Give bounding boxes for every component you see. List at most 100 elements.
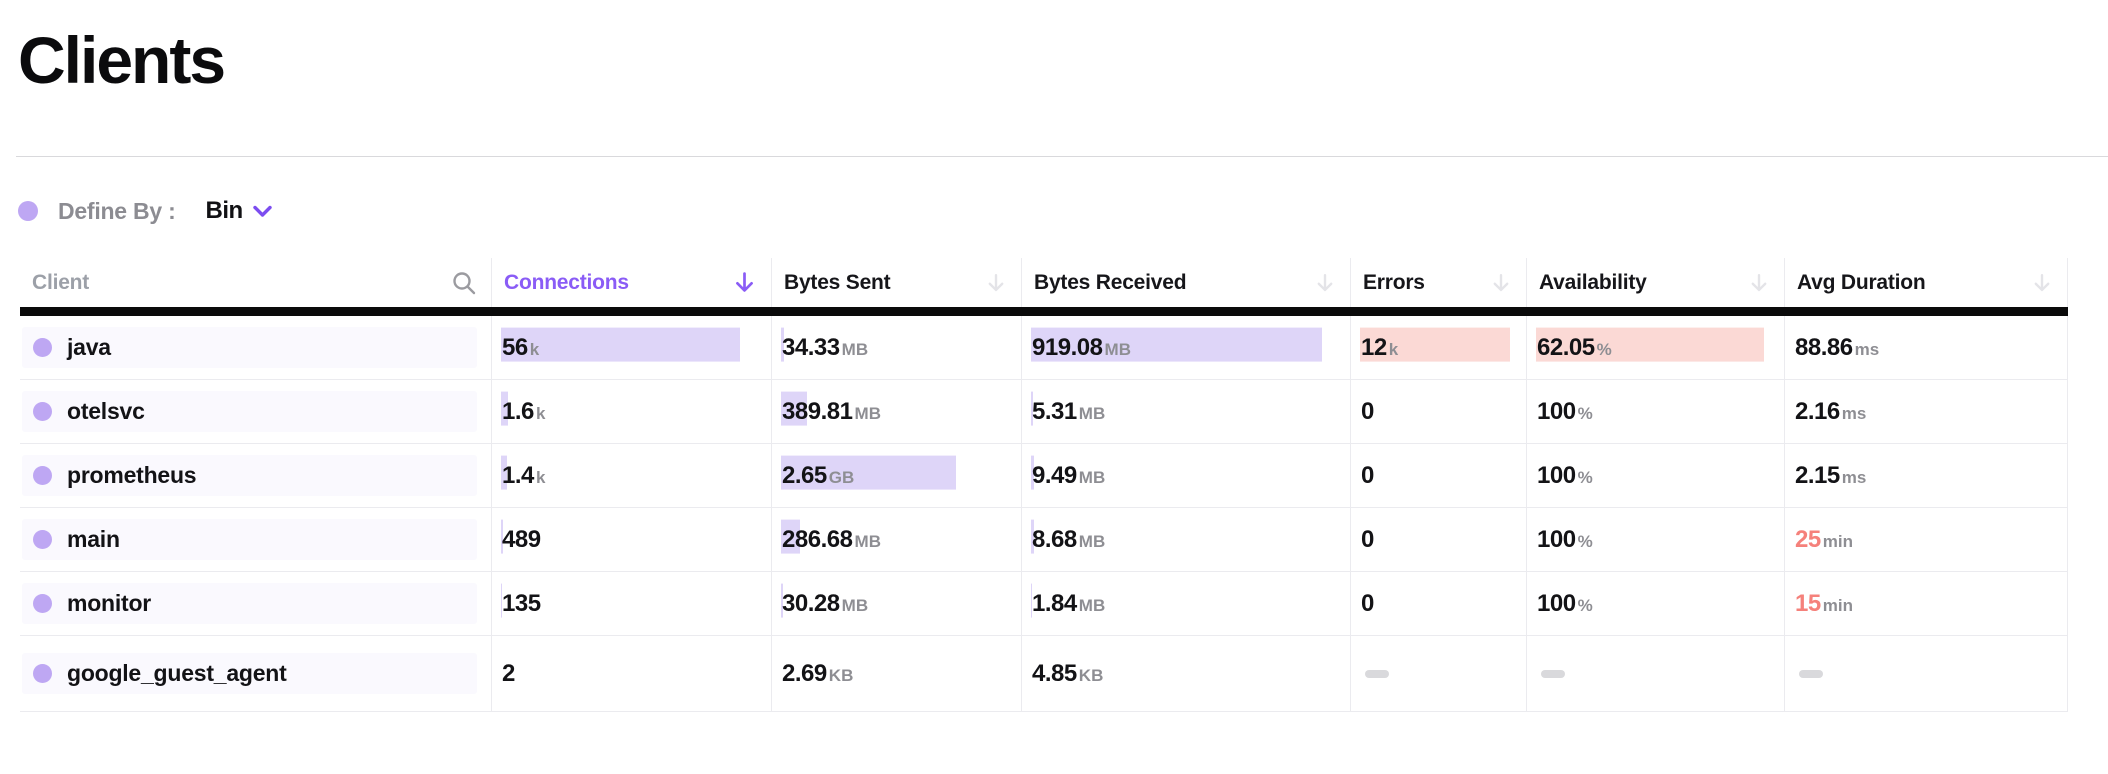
metric-value: 1.6 [502, 398, 534, 426]
metric-cell-avg_duration: 25min [1784, 508, 2068, 572]
define-by-select[interactable]: Bin [206, 197, 272, 225]
metric-value-group: 0 [1361, 398, 1374, 426]
metric-cell-bytes_received: 5.31MB [1021, 380, 1350, 444]
metric-value-group: 489 [502, 526, 541, 554]
metric-value-group: 34.33MB [782, 334, 868, 362]
metric-value-group: 100% [1537, 526, 1593, 554]
metric-unit: k [530, 340, 539, 360]
metric-value: 0 [1361, 462, 1374, 490]
metric-unit: min [1823, 532, 1853, 552]
metric-value-group: 2.65GB [782, 462, 854, 490]
metric-value-group: 0 [1361, 462, 1374, 490]
table-row-client-cell: main [20, 508, 491, 572]
metric-value-group: 56k [502, 334, 539, 362]
column-header-availability[interactable]: Availability [1526, 258, 1784, 307]
metric-value-group: 1.6k [502, 398, 545, 426]
metric-value: 88.86 [1795, 334, 1853, 362]
metric-value: 286.68 [782, 526, 853, 554]
metric-value-group: 2.16ms [1795, 398, 1866, 426]
column-header-connections[interactable]: Connections [491, 258, 771, 307]
legend-dot-icon [18, 201, 38, 221]
metric-value: 489 [502, 526, 541, 554]
table-row-client-cell: java [20, 316, 491, 380]
table-row-client-cell: google_guest_agent [20, 636, 491, 712]
metric-unit: % [1578, 596, 1593, 616]
metric-unit: % [1578, 532, 1593, 552]
metric-value-group: 1.84MB [1032, 590, 1105, 618]
metric-value: 4.85 [1032, 660, 1077, 688]
metric-cell-bytes_sent: 2.65GB [771, 444, 1021, 508]
metric-cell-connections: 2 [491, 636, 771, 712]
table-row-client-cell: monitor [20, 572, 491, 636]
header-divider [16, 156, 2108, 157]
search-icon[interactable] [451, 270, 477, 296]
metric-value: 2.16 [1795, 398, 1840, 426]
sort-arrow-icon [985, 272, 1007, 294]
metric-cell-errors [1350, 636, 1526, 712]
metric-unit: KB [829, 666, 854, 686]
sort-arrow-icon [1490, 272, 1512, 294]
column-header-avg_duration[interactable]: Avg Duration [1784, 258, 2068, 307]
metric-unit: MB [855, 532, 881, 552]
table-row[interactable]: google_guest_agent [22, 653, 477, 694]
column-header-bytes_received[interactable]: Bytes Received [1021, 258, 1350, 307]
metric-value-group: 62.05% [1537, 334, 1612, 362]
table-row[interactable]: main [22, 519, 477, 560]
metric-cell-bytes_sent: 286.68MB [771, 508, 1021, 572]
sort-arrow-icon [1314, 272, 1336, 294]
column-header-label: Errors [1363, 271, 1425, 295]
client-name: otelsvc [67, 398, 145, 425]
table-row-client-cell: prometheus [20, 444, 491, 508]
client-dot-icon [33, 402, 52, 421]
sort-arrow-icon [732, 270, 757, 295]
metric-cell-errors: 12k [1350, 316, 1526, 380]
metric-value: 62.05 [1537, 334, 1595, 362]
metric-unit: MB [1105, 340, 1131, 360]
table-row[interactable]: otelsvc [22, 391, 477, 432]
metric-unit: ms [1855, 340, 1880, 360]
column-header-label: Bytes Received [1034, 271, 1186, 295]
metric-cell-errors: 0 [1350, 572, 1526, 636]
metric-value-group: 100% [1537, 398, 1593, 426]
sort-arrow-icon [2031, 272, 2053, 294]
metric-value-group: 2.69KB [782, 660, 853, 688]
metric-cell-avg_duration: 15min [1784, 572, 2068, 636]
metric-value-group: 5.31MB [1032, 398, 1105, 426]
metric-value: 1.84 [1032, 590, 1077, 618]
column-header-client[interactable]: Client [20, 258, 491, 307]
metric-unit: % [1597, 340, 1612, 360]
metric-cell-bytes_sent: 389.81MB [771, 380, 1021, 444]
column-header-bytes_sent[interactable]: Bytes Sent [771, 258, 1021, 307]
sort-arrow-icon [1748, 272, 1770, 294]
metric-value: 100 [1537, 526, 1576, 554]
metric-unit: k [536, 468, 545, 488]
client-dot-icon [33, 530, 52, 549]
metric-cell-bytes_received: 919.08MB [1021, 316, 1350, 380]
table-row[interactable]: prometheus [22, 455, 477, 496]
metric-value-group: 12k [1361, 334, 1398, 362]
column-header-errors[interactable]: Errors [1350, 258, 1526, 307]
metric-value: 135 [502, 590, 541, 618]
define-by-label: Define By : [58, 198, 176, 225]
metric-value-group: 4.85KB [1032, 660, 1103, 688]
client-name: monitor [67, 590, 151, 617]
table-row[interactable]: monitor [22, 583, 477, 624]
metric-unit: MB [842, 596, 868, 616]
client-dot-icon [33, 466, 52, 485]
metric-value: 2 [502, 660, 515, 688]
no-data-dash-icon [1365, 670, 1389, 678]
metric-cell-avg_duration [1784, 636, 2068, 712]
metric-unit: k [536, 404, 545, 424]
metric-unit: ms [1842, 404, 1867, 424]
metric-unit: MB [1079, 532, 1105, 552]
table-row[interactable]: java [22, 327, 477, 368]
metric-unit: % [1578, 404, 1593, 424]
metric-value: 2.15 [1795, 462, 1840, 490]
metric-cell-availability [1526, 636, 1784, 712]
metric-cell-bytes_received: 8.68MB [1021, 508, 1350, 572]
metric-value-group: 100% [1537, 462, 1593, 490]
client-name: prometheus [67, 462, 196, 489]
metric-cell-availability: 100% [1526, 572, 1784, 636]
metric-unit: MB [1079, 596, 1105, 616]
metric-unit: k [1389, 340, 1398, 360]
